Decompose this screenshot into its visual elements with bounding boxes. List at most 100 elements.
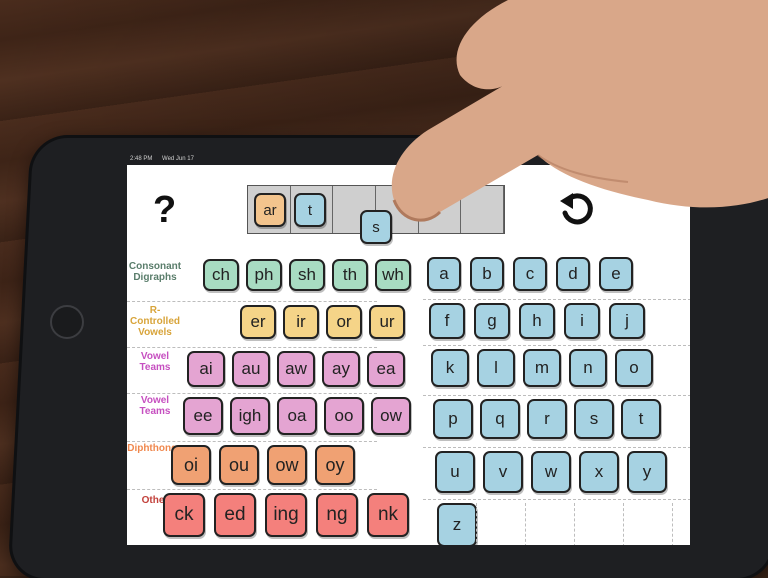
tile-oo[interactable]: oo [324,397,364,435]
tray-tile-s[interactable]: s [360,210,392,244]
tray-tile-ar[interactable]: ar [254,193,286,227]
letter-tile-p[interactable]: p [433,399,473,439]
tile-label: j [625,311,629,330]
tile-au[interactable]: au [232,351,270,387]
tile-label: th [342,265,358,284]
tile-label: z [452,515,462,534]
letter-tile-s[interactable]: s [574,399,614,439]
tile-label: ow [275,454,299,475]
tile-label: b [482,264,492,283]
letter-tile-r[interactable]: r [527,399,567,439]
tile-th[interactable]: th [332,259,368,291]
tile-ee[interactable]: ee [183,397,223,435]
grid-divider [476,503,477,545]
tile-label: ou [228,454,250,475]
tile-label: p [448,409,458,428]
letter-tile-f[interactable]: f [429,303,465,339]
letter-tile-h[interactable]: h [519,303,555,339]
tile-sh[interactable]: sh [289,259,325,291]
letter-tile-c[interactable]: c [513,257,547,291]
tray-slot[interactable] [461,186,505,233]
letter-tile-x[interactable]: x [579,451,619,493]
tile-aw[interactable]: aw [277,351,315,387]
letter-tile-q[interactable]: q [480,399,520,439]
letter-tile-m[interactable]: m [523,349,561,387]
tile-label: aw [285,359,307,378]
grid-divider [623,503,624,545]
letter-tile-l[interactable]: l [477,349,515,387]
letter-tile-d[interactable]: d [556,257,590,291]
status-date: Wed Jun 17 [162,156,194,162]
tile-ng[interactable]: ng [316,493,358,537]
letter-tile-u[interactable]: u [435,451,475,493]
tile-ed[interactable]: ed [214,493,256,537]
tile-ow[interactable]: ow [267,445,307,485]
tile-ay[interactable]: ay [322,351,360,387]
tile-label: e [611,264,621,283]
tile-oy[interactable]: oy [315,445,355,485]
tile-label: m [534,358,550,377]
grid-divider [127,441,377,442]
tile-label: oi [183,454,198,475]
letter-tile-t[interactable]: t [621,399,661,439]
grid-divider [672,503,673,545]
grid-divider [525,503,526,545]
letter-tile-w[interactable]: w [531,451,571,493]
letter-tile-a[interactable]: a [427,257,461,291]
tile-ur[interactable]: ur [369,305,405,339]
letter-tile-g[interactable]: g [474,303,510,339]
tile-ph[interactable]: ph [246,259,282,291]
app-screen: ? ar t s Consonant Digraphs ch ph sh th wh R-Con… [127,165,690,545]
tile-label: ng [326,504,348,525]
undo-icon[interactable] [557,189,597,229]
letter-tile-z[interactable]: z [437,503,477,545]
tile-ck[interactable]: ck [163,493,205,537]
tile-label: u [450,462,460,481]
tile-nk[interactable]: nk [367,493,409,537]
letter-tile-v[interactable]: v [483,451,523,493]
tile-ow[interactable]: ow [371,397,411,435]
home-button[interactable] [50,305,84,339]
tray-tile-t[interactable]: t [294,193,326,227]
tile-ai[interactable]: ai [187,351,225,387]
tile-label: ck [174,504,194,525]
row-label-consonant-digraphs: Consonant Digraphs [128,261,182,283]
tile-wh[interactable]: wh [375,259,411,291]
letter-tile-o[interactable]: o [615,349,653,387]
tile-ea[interactable]: ea [367,351,405,387]
letter-tile-k[interactable]: k [431,349,469,387]
tile-igh[interactable]: igh [230,397,270,435]
tile-oa[interactable]: oa [277,397,317,435]
tile-ch[interactable]: ch [203,259,239,291]
tile-ou[interactable]: ou [219,445,259,485]
row-label-r-controlled: R-Controlled Vowels [130,305,180,338]
grid-divider [423,345,690,346]
tile-label: igh [238,406,262,425]
letter-tile-y[interactable]: y [627,451,667,493]
tile-ir[interactable]: ir [283,305,319,339]
letter-tile-j[interactable]: j [609,303,645,339]
word-building-tray[interactable]: ar t s [247,185,505,244]
status-bar: 2:48 PM Wed Jun 17 [130,156,202,162]
tile-label: ar [263,201,277,219]
grid-divider [423,299,690,300]
letter-tile-n[interactable]: n [569,349,607,387]
tile-label: ay [332,359,350,378]
tile-label: r [544,409,550,428]
tile-label: h [532,311,542,330]
tile-label: ing [273,504,299,525]
row-label-vowel-teams-1: Vowel Teams [139,351,171,373]
grid-divider [423,499,690,500]
tray-slot[interactable] [419,186,462,233]
tile-oi[interactable]: oi [171,445,211,485]
tile-label: x [594,462,604,481]
tile-er[interactable]: er [240,305,276,339]
letter-tile-i[interactable]: i [564,303,600,339]
letter-tile-b[interactable]: b [470,257,504,291]
tile-ing[interactable]: ing [265,493,307,537]
tile-label: nk [377,504,399,525]
grid-divider [127,393,377,394]
letter-tile-e[interactable]: e [599,257,633,291]
tile-or[interactable]: or [326,305,362,339]
help-button[interactable]: ? [153,189,176,232]
